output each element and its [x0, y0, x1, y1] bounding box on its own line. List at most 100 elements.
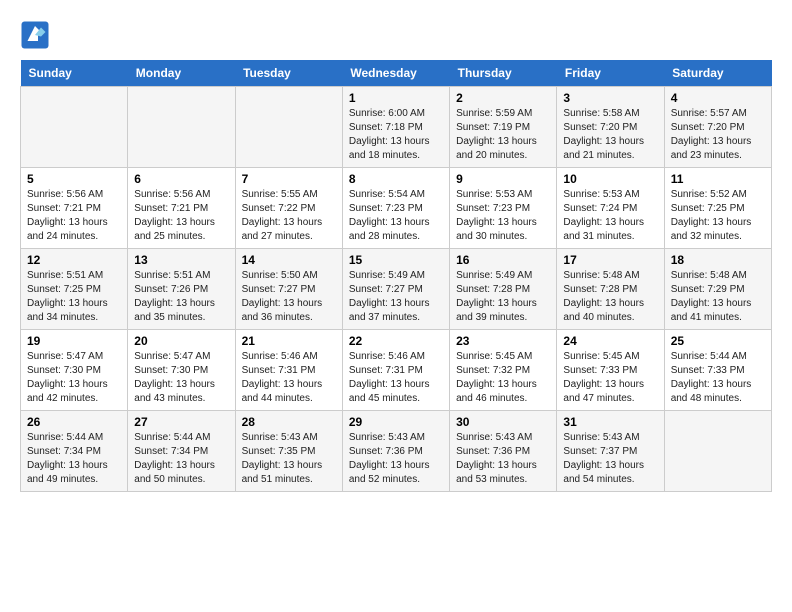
- day-number: 11: [671, 172, 765, 186]
- day-info: Sunrise: 5:49 AMSunset: 7:28 PMDaylight:…: [456, 270, 537, 323]
- calendar-week-row: 19 Sunrise: 5:47 AMSunset: 7:30 PMDayligh…: [21, 330, 772, 411]
- day-info: Sunrise: 5:44 AMSunset: 7:34 PMDaylight:…: [134, 432, 215, 485]
- day-number: 4: [671, 91, 765, 105]
- day-info: Sunrise: 5:50 AMSunset: 7:27 PMDaylight:…: [242, 270, 323, 323]
- day-info: Sunrise: 5:43 AMSunset: 7:35 PMDaylight:…: [242, 432, 323, 485]
- day-number: 15: [349, 253, 443, 267]
- day-info: Sunrise: 5:46 AMSunset: 7:31 PMDaylight:…: [242, 351, 323, 404]
- day-number: 12: [27, 253, 121, 267]
- calendar-cell: [21, 87, 128, 168]
- calendar-cell: 27 Sunrise: 5:44 AMSunset: 7:34 PMDayligh…: [128, 411, 235, 492]
- day-number: 2: [456, 91, 550, 105]
- calendar-cell: 4 Sunrise: 5:57 AMSunset: 7:20 PMDaylight…: [664, 87, 771, 168]
- calendar-cell: 13 Sunrise: 5:51 AMSunset: 7:26 PMDayligh…: [128, 249, 235, 330]
- page-header: [20, 20, 772, 50]
- logo-icon: [20, 20, 50, 50]
- day-number: 3: [563, 91, 657, 105]
- day-info: Sunrise: 5:55 AMSunset: 7:22 PMDaylight:…: [242, 189, 323, 242]
- day-info: Sunrise: 5:47 AMSunset: 7:30 PMDaylight:…: [134, 351, 215, 404]
- day-info: Sunrise: 5:53 AMSunset: 7:23 PMDaylight:…: [456, 189, 537, 242]
- calendar-cell: 31 Sunrise: 5:43 AMSunset: 7:37 PMDayligh…: [557, 411, 664, 492]
- weekday-header-cell: Sunday: [21, 60, 128, 87]
- day-number: 10: [563, 172, 657, 186]
- day-info: Sunrise: 5:59 AMSunset: 7:19 PMDaylight:…: [456, 108, 537, 161]
- day-info: Sunrise: 5:43 AMSunset: 7:37 PMDaylight:…: [563, 432, 644, 485]
- day-number: 5: [27, 172, 121, 186]
- day-info: Sunrise: 5:51 AMSunset: 7:26 PMDaylight:…: [134, 270, 215, 323]
- calendar-cell: 18Sunrise: 5:48 AMSunset: 7:29 PMDayligh…: [664, 249, 771, 330]
- day-number: 1: [349, 91, 443, 105]
- weekday-header-cell: Monday: [128, 60, 235, 87]
- calendar-cell: 6Sunrise: 5:56 AMSunset: 7:21 PMDaylight…: [128, 168, 235, 249]
- calendar-cell: 11 Sunrise: 5:52 AMSunset: 7:25 PMDayligh…: [664, 168, 771, 249]
- calendar-week-row: 26Sunrise: 5:44 AMSunset: 7:34 PMDayligh…: [21, 411, 772, 492]
- weekday-header: SundayMondayTuesdayWednesdayThursdayFrid…: [21, 60, 772, 87]
- weekday-header-cell: Tuesday: [235, 60, 342, 87]
- day-info: Sunrise: 5:48 AMSunset: 7:28 PMDaylight:…: [563, 270, 644, 323]
- weekday-header-cell: Thursday: [450, 60, 557, 87]
- day-info: Sunrise: 5:53 AMSunset: 7:24 PMDaylight:…: [563, 189, 644, 242]
- calendar-cell: 23Sunrise: 5:45 AMSunset: 7:32 PMDayligh…: [450, 330, 557, 411]
- calendar-cell: [664, 411, 771, 492]
- day-number: 30: [456, 415, 550, 429]
- calendar-cell: 16 Sunrise: 5:49 AMSunset: 7:28 PMDayligh…: [450, 249, 557, 330]
- calendar-cell: 8Sunrise: 5:54 AMSunset: 7:23 PMDaylight…: [342, 168, 449, 249]
- day-number: 17: [563, 253, 657, 267]
- calendar-cell: 21 Sunrise: 5:46 AMSunset: 7:31 PMDayligh…: [235, 330, 342, 411]
- day-number: 19: [27, 334, 121, 348]
- day-number: 13: [134, 253, 228, 267]
- day-number: 20: [134, 334, 228, 348]
- calendar-cell: 12 Sunrise: 5:51 AMSunset: 7:25 PMDayligh…: [21, 249, 128, 330]
- day-info: Sunrise: 6:00 AMSunset: 7:18 PMDaylight:…: [349, 108, 430, 161]
- day-info: Sunrise: 5:44 AMSunset: 7:34 PMDaylight:…: [27, 432, 108, 485]
- calendar-cell: 30 Sunrise: 5:43 AMSunset: 7:36 PMDayligh…: [450, 411, 557, 492]
- calendar-cell: 24 Sunrise: 5:45 AMSunset: 7:33 PMDayligh…: [557, 330, 664, 411]
- day-info: Sunrise: 5:56 AMSunset: 7:21 PMDaylight:…: [27, 189, 108, 242]
- day-info: Sunrise: 5:54 AMSunset: 7:23 PMDaylight:…: [349, 189, 430, 242]
- calendar-cell: 20 Sunrise: 5:47 AMSunset: 7:30 PMDayligh…: [128, 330, 235, 411]
- logo: [20, 20, 54, 50]
- calendar-cell: 17 Sunrise: 5:48 AMSunset: 7:28 PMDayligh…: [557, 249, 664, 330]
- day-info: Sunrise: 5:52 AMSunset: 7:25 PMDaylight:…: [671, 189, 752, 242]
- calendar-cell: 29 Sunrise: 5:43 AMSunset: 7:36 PMDayligh…: [342, 411, 449, 492]
- day-number: 31: [563, 415, 657, 429]
- day-info: Sunrise: 5:57 AMSunset: 7:20 PMDaylight:…: [671, 108, 752, 161]
- day-number: 27: [134, 415, 228, 429]
- day-number: 24: [563, 334, 657, 348]
- day-number: 9: [456, 172, 550, 186]
- calendar-cell: 15 Sunrise: 5:49 AMSunset: 7:27 PMDayligh…: [342, 249, 449, 330]
- calendar-cell: 3Sunrise: 5:58 AMSunset: 7:20 PMDaylight…: [557, 87, 664, 168]
- day-number: 22: [349, 334, 443, 348]
- day-info: Sunrise: 5:49 AMSunset: 7:27 PMDaylight:…: [349, 270, 430, 323]
- calendar-cell: [235, 87, 342, 168]
- day-info: Sunrise: 5:51 AMSunset: 7:25 PMDaylight:…: [27, 270, 108, 323]
- day-number: 6: [134, 172, 228, 186]
- calendar-cell: 19 Sunrise: 5:47 AMSunset: 7:30 PMDayligh…: [21, 330, 128, 411]
- day-number: 29: [349, 415, 443, 429]
- calendar-body: 1 Sunrise: 6:00 AMSunset: 7:18 PMDaylight…: [21, 87, 772, 492]
- weekday-header-cell: Friday: [557, 60, 664, 87]
- calendar-cell: 14 Sunrise: 5:50 AMSunset: 7:27 PMDayligh…: [235, 249, 342, 330]
- day-info: Sunrise: 5:46 AMSunset: 7:31 PMDaylight:…: [349, 351, 430, 404]
- day-info: Sunrise: 5:43 AMSunset: 7:36 PMDaylight:…: [456, 432, 537, 485]
- calendar-week-row: 5 Sunrise: 5:56 AMSunset: 7:21 PMDaylight…: [21, 168, 772, 249]
- day-info: Sunrise: 5:45 AMSunset: 7:33 PMDaylight:…: [563, 351, 644, 404]
- calendar-cell: 1 Sunrise: 6:00 AMSunset: 7:18 PMDaylight…: [342, 87, 449, 168]
- day-number: 16: [456, 253, 550, 267]
- weekday-header-cell: Wednesday: [342, 60, 449, 87]
- day-info: Sunrise: 5:44 AMSunset: 7:33 PMDaylight:…: [671, 351, 752, 404]
- day-number: 7: [242, 172, 336, 186]
- weekday-header-cell: Saturday: [664, 60, 771, 87]
- calendar-cell: 25 Sunrise: 5:44 AMSunset: 7:33 PMDayligh…: [664, 330, 771, 411]
- day-number: 14: [242, 253, 336, 267]
- calendar-cell: 10 Sunrise: 5:53 AMSunset: 7:24 PMDayligh…: [557, 168, 664, 249]
- calendar-table: SundayMondayTuesdayWednesdayThursdayFrid…: [20, 60, 772, 492]
- day-number: 21: [242, 334, 336, 348]
- day-number: 25: [671, 334, 765, 348]
- calendar-cell: 9 Sunrise: 5:53 AMSunset: 7:23 PMDaylight…: [450, 168, 557, 249]
- day-info: Sunrise: 5:47 AMSunset: 7:30 PMDaylight:…: [27, 351, 108, 404]
- calendar-cell: 22 Sunrise: 5:46 AMSunset: 7:31 PMDayligh…: [342, 330, 449, 411]
- day-info: Sunrise: 5:43 AMSunset: 7:36 PMDaylight:…: [349, 432, 430, 485]
- day-number: 18: [671, 253, 765, 267]
- calendar-week-row: 1 Sunrise: 6:00 AMSunset: 7:18 PMDaylight…: [21, 87, 772, 168]
